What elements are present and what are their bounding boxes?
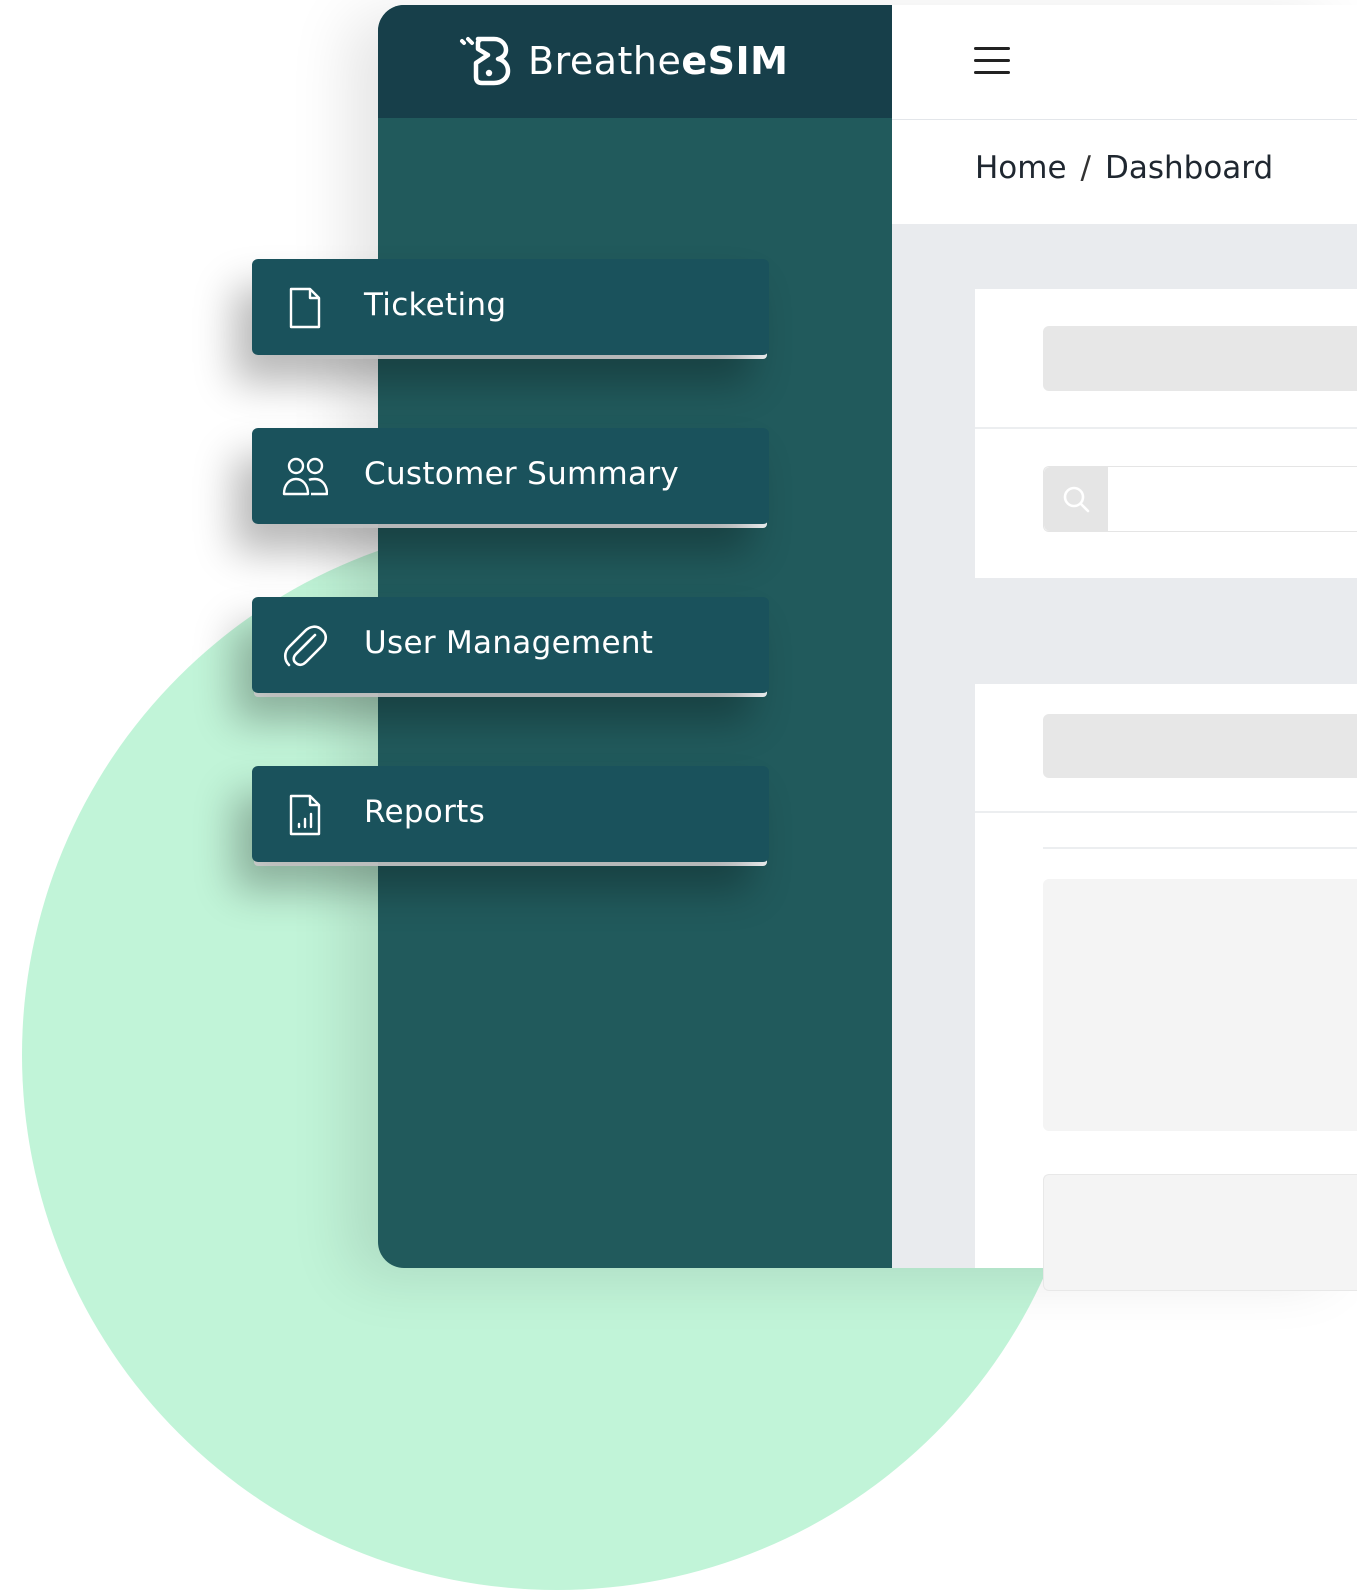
search-input[interactable]: [1110, 467, 1357, 531]
loading-placeholder: [1043, 326, 1357, 391]
topbar: [892, 5, 1357, 120]
sidebar-item-customer-summary[interactable]: Customer Summary: [252, 428, 769, 524]
search-box: [1043, 466, 1357, 532]
breadcrumb-separator: /: [1080, 150, 1091, 186]
breadcrumb-bar: Home / Dashboard: [892, 120, 1357, 224]
sidebar-item-label: Customer Summary: [364, 456, 680, 492]
card-divider: [975, 811, 1357, 813]
sidebar-header: BreatheeSIM: [378, 5, 892, 118]
breathesim-logo-icon: [460, 36, 511, 86]
card-divider: [1043, 847, 1357, 849]
breadcrumb-home[interactable]: Home: [975, 150, 1067, 186]
brand-logo[interactable]: BreatheeSIM: [458, 33, 788, 89]
search-button[interactable]: [1044, 467, 1108, 531]
content-placeholder-panel: [1043, 1174, 1357, 1291]
filter-card: [975, 289, 1357, 578]
hamburger-icon[interactable]: [974, 47, 1010, 75]
sidebar-item-reports[interactable]: Reports: [252, 766, 769, 862]
users-icon: [282, 457, 328, 496]
sidebar-item-label: Ticketing: [364, 287, 507, 323]
brand-name-suffix: eSIM: [681, 39, 789, 83]
sidebar-item-label: Reports: [364, 794, 486, 830]
sidebar-item-user-management[interactable]: User Management: [252, 597, 769, 693]
breadcrumb-current: Dashboard: [1105, 150, 1274, 186]
sidebar-item-label: User Management: [364, 625, 654, 661]
brand-name-prefix: Breathe: [528, 39, 682, 83]
loading-placeholder: [1043, 714, 1357, 778]
content-placeholder-panel: [1043, 879, 1357, 1131]
breadcrumb: Home / Dashboard: [975, 150, 1273, 186]
search-icon: [1063, 486, 1090, 513]
report-chart-icon: [289, 794, 321, 836]
document-icon: [289, 287, 321, 329]
card-divider: [975, 427, 1357, 429]
sidebar-item-ticketing[interactable]: Ticketing: [252, 259, 769, 355]
brand-name: BreatheeSIM: [528, 39, 788, 83]
paperclip-icon: [283, 625, 328, 667]
